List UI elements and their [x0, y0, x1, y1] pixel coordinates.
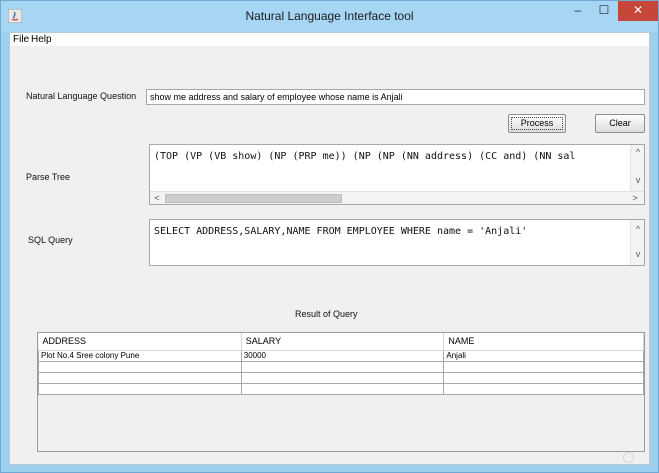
hscroll-thumb[interactable] — [165, 194, 342, 203]
window-title: Natural Language Interface tool — [245, 9, 414, 23]
table-cell[interactable] — [240, 382, 445, 395]
parse-tree-hscroll[interactable]: < > — [150, 191, 644, 204]
parse-tree-label: Parse Tree — [26, 172, 71, 182]
result-table-panel: ADDRESS SALARY NAME Plot No.4 Sree colon… — [37, 332, 645, 452]
down-arrow-icon[interactable]: v — [631, 249, 644, 259]
table-cell[interactable]: Plot No.4 Sree colony Pune — [38, 349, 242, 362]
menu-help[interactable]: Help — [29, 33, 54, 46]
table-cell[interactable] — [443, 371, 644, 384]
sql-text: SELECT ADDRESS,SALARY,NAME FROM EMPLOYEE… — [154, 226, 528, 237]
clear-button[interactable]: Clear — [595, 114, 645, 133]
question-input[interactable]: show me address and salary of employee w… — [146, 89, 645, 105]
table-cell[interactable]: Anjali — [443, 349, 644, 362]
table-cell[interactable] — [38, 382, 242, 395]
table-cell[interactable] — [38, 371, 242, 384]
table-row[interactable] — [38, 360, 644, 373]
sql-label: SQL Query — [28, 235, 73, 245]
parse-tree-text: (TOP (VP (VB show) (NP (PRP me)) (NP (NP… — [154, 151, 576, 162]
column-header[interactable]: ADDRESS — [38, 333, 242, 351]
down-arrow-icon[interactable]: v — [631, 175, 644, 185]
parse-tree-vscroll[interactable]: ^ v — [630, 145, 644, 191]
title-bar[interactable]: Natural Language Interface tool – ☐ ✕ — [1, 1, 658, 32]
table-row[interactable]: Plot No.4 Sree colony Pune 30000 Anjali — [38, 349, 644, 362]
table-header-row: ADDRESS SALARY NAME — [38, 333, 644, 351]
table-cell[interactable]: 30000 — [240, 349, 445, 362]
sql-vscroll[interactable]: ^ v — [630, 220, 644, 265]
maximize-button[interactable]: ☐ — [591, 1, 617, 21]
menu-bar: File Help — [10, 33, 649, 46]
result-title: Result of Query — [295, 309, 358, 319]
process-button[interactable]: Process — [508, 114, 566, 133]
sql-area[interactable]: SELECT ADDRESS,SALARY,NAME FROM EMPLOYEE… — [149, 219, 645, 266]
right-arrow-icon[interactable]: > — [628, 193, 642, 203]
up-arrow-icon[interactable]: ^ — [631, 224, 644, 234]
parse-tree-area[interactable]: (TOP (VP (VB show) (NP (PRP me)) (NP (NP… — [149, 144, 645, 205]
up-arrow-icon[interactable]: ^ — [631, 147, 644, 157]
busy-circle-icon — [623, 452, 634, 463]
app-window: Natural Language Interface tool – ☐ ✕ Fi… — [0, 0, 659, 473]
result-table: ADDRESS SALARY NAME Plot No.4 Sree colon… — [38, 333, 644, 395]
table-cell[interactable] — [38, 360, 242, 373]
question-label: Natural Language Question — [26, 91, 137, 101]
column-header[interactable]: SALARY — [241, 333, 445, 351]
table-cell[interactable] — [240, 360, 445, 373]
table-row[interactable] — [38, 371, 644, 384]
close-button[interactable]: ✕ — [618, 1, 658, 21]
column-header[interactable]: NAME — [443, 333, 644, 351]
minimize-button[interactable]: – — [565, 1, 591, 21]
table-cell[interactable] — [240, 371, 445, 384]
main-panel: File Help Natural Language Question show… — [9, 32, 650, 465]
left-arrow-icon[interactable]: < — [150, 193, 164, 203]
table-row[interactable] — [38, 382, 644, 395]
table-cell[interactable] — [443, 360, 644, 373]
table-cell[interactable] — [443, 382, 644, 395]
